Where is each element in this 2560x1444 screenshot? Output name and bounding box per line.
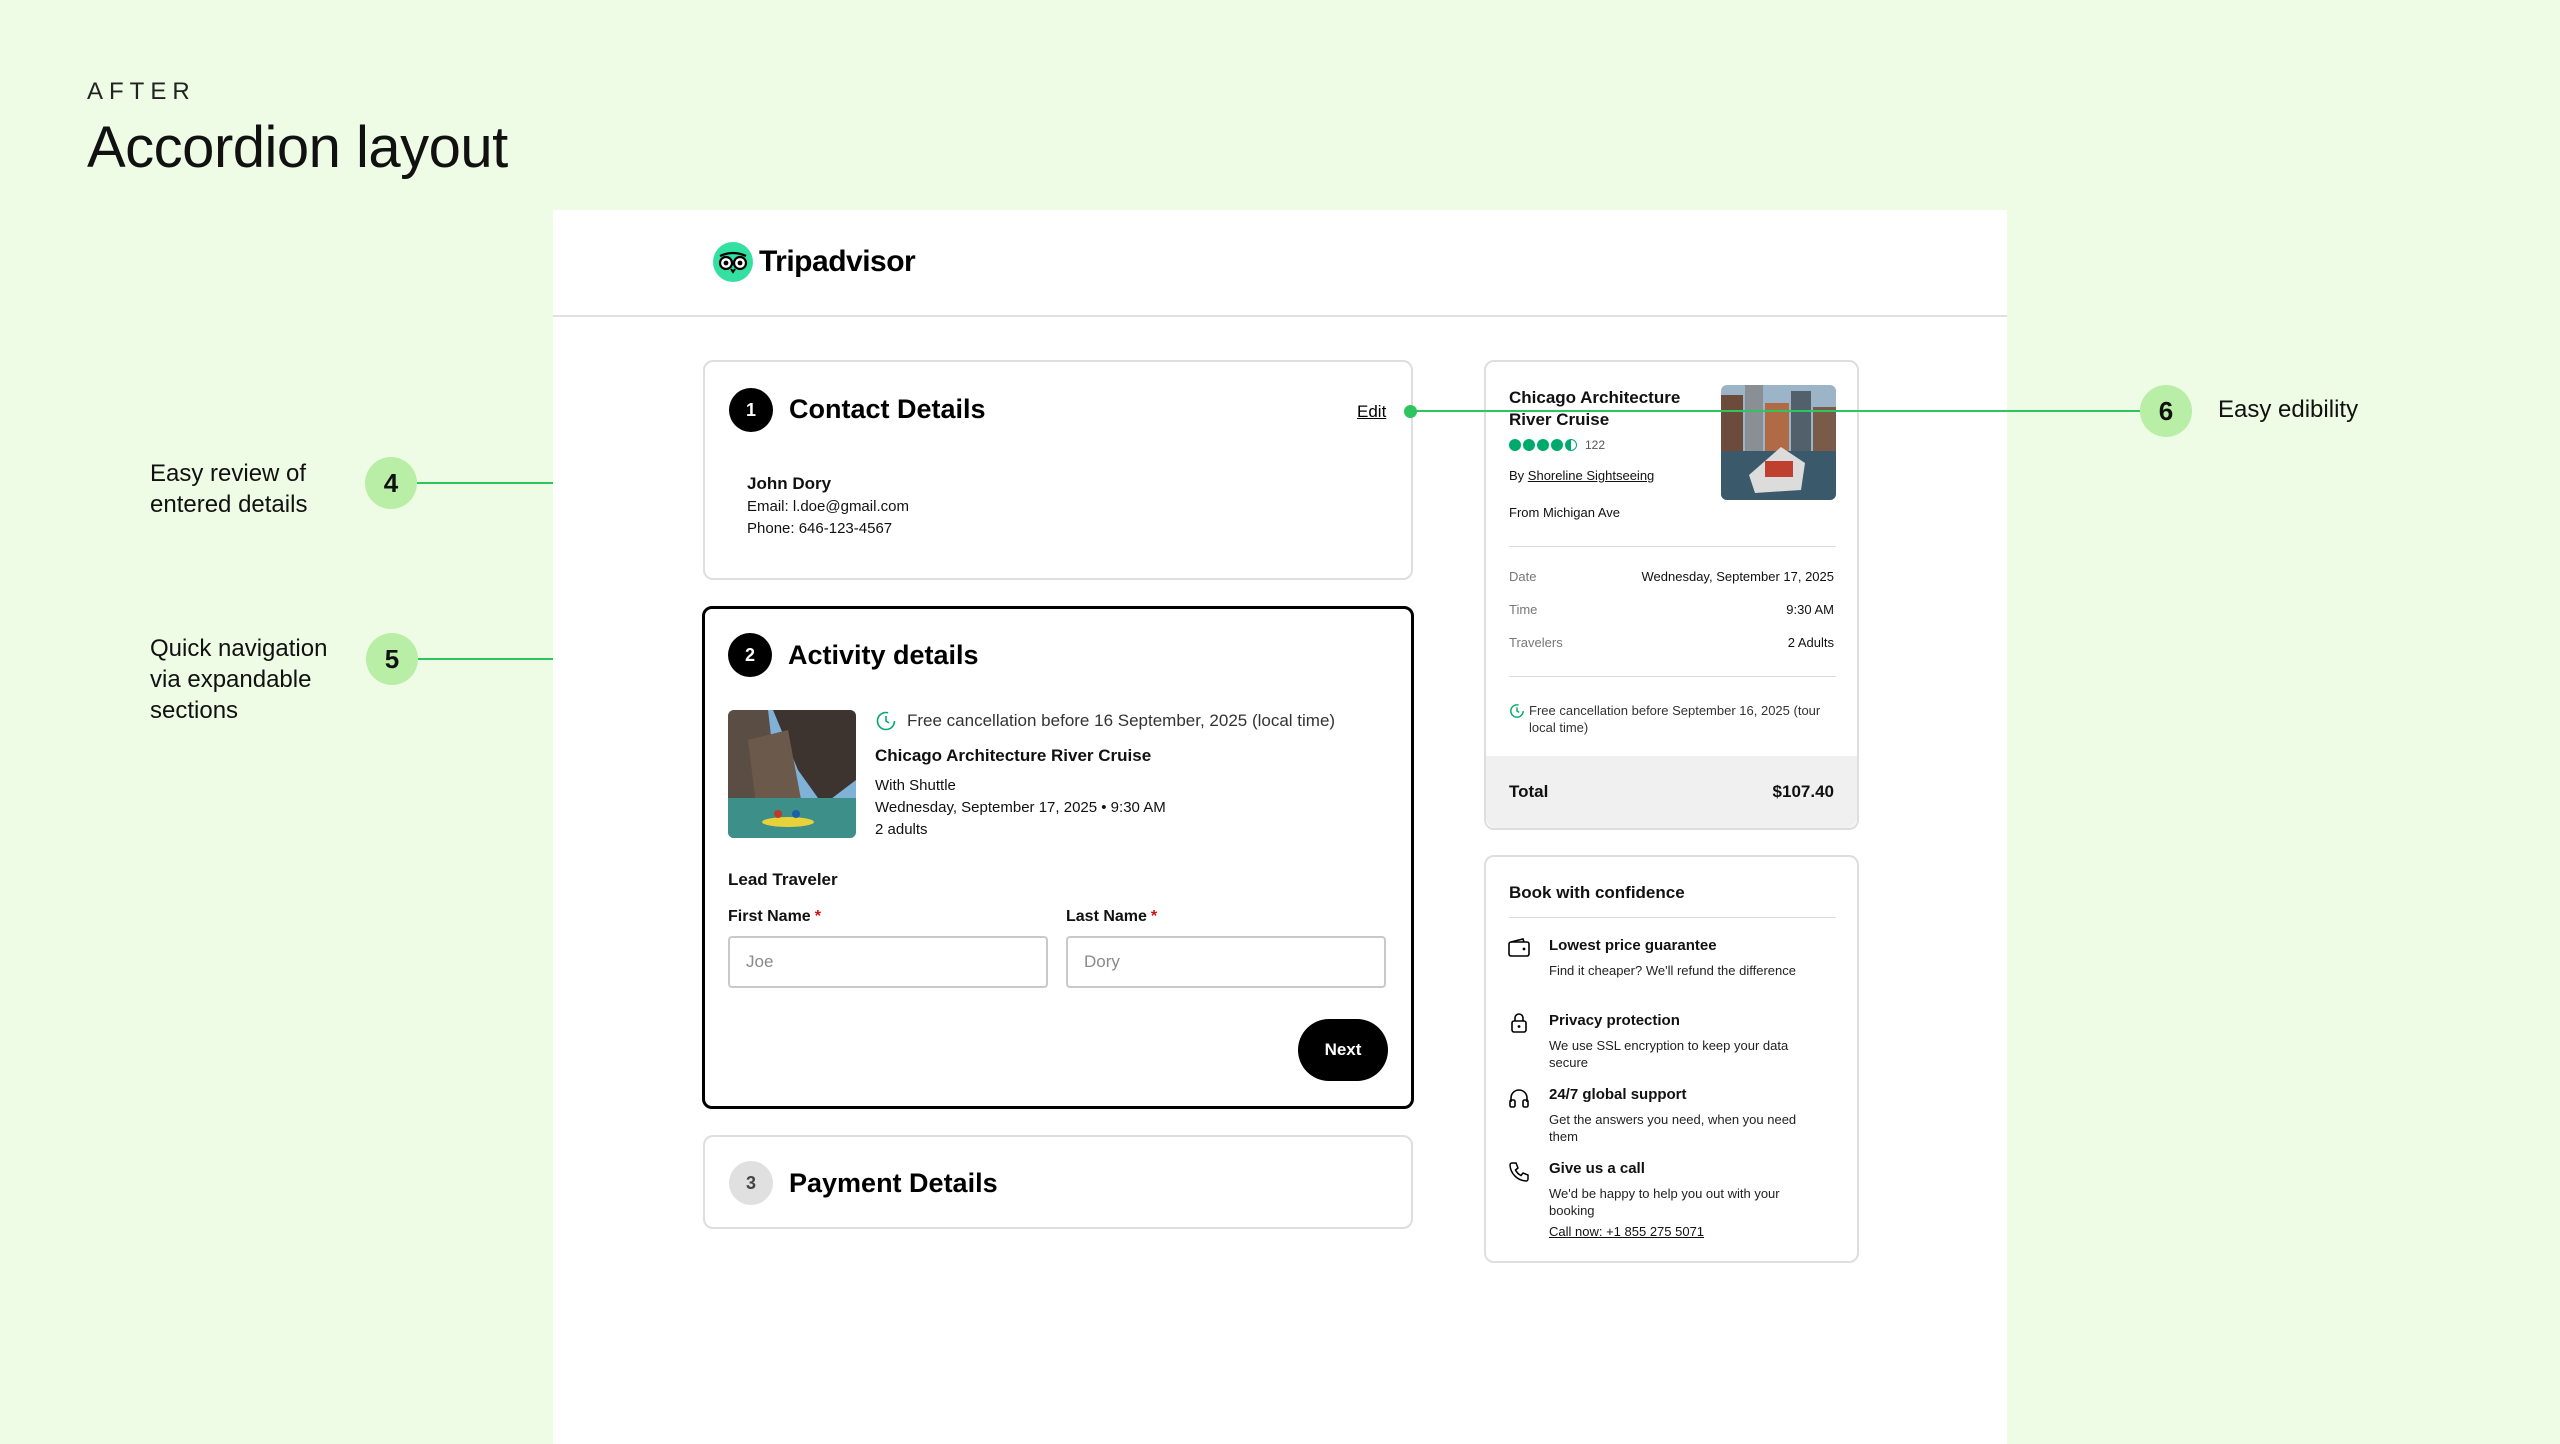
- booking-summary-card: Chicago Architecture River Cruise 122 By…: [1484, 360, 1859, 830]
- summary-travelers-label: Travelers: [1509, 635, 1563, 650]
- activity-product-title: Chicago Architecture River Cruise: [875, 746, 1152, 765]
- annotation-6-connector: [1410, 410, 2140, 412]
- rating-dot-icon: [1523, 439, 1535, 451]
- required-asterisk: *: [1150, 908, 1158, 925]
- summary-title: Chicago Architecture River Cruise: [1509, 388, 1681, 429]
- total-value: $107.40: [1772, 782, 1834, 801]
- contact-name: John Dory: [747, 474, 832, 493]
- annotation-4-badge: 4: [365, 457, 417, 509]
- confidence-item-desc: We'd be happy to help you out with your …: [1549, 1186, 1780, 1218]
- first-name-label-text: First Name: [728, 908, 811, 925]
- summary-divider: [1509, 546, 1836, 547]
- first-name-input[interactable]: [728, 936, 1048, 988]
- activity-cancellation-text: Free cancellation before 16 September, 2…: [907, 711, 1336, 730]
- confidence-divider: [1509, 917, 1836, 918]
- annotation-5-badge: 5: [366, 633, 418, 685]
- confidence-item-title: 24/7 global support: [1549, 1086, 1687, 1103]
- confidence-item-desc: Find it cheaper? We'll refund the differ…: [1549, 963, 1796, 978]
- annotation-6-dot: [1404, 405, 1417, 418]
- activity-details-section[interactable]: 2 Activity details Free cancellation bef…: [702, 606, 1414, 1109]
- summary-rating: 122: [1509, 438, 1605, 452]
- required-asterisk: *: [814, 908, 821, 925]
- tripadvisor-logo[interactable]: Tripadvisor: [713, 242, 916, 282]
- activity-datetime: Wednesday, September 17, 2025 • 9:30 AM: [875, 799, 1166, 816]
- last-name-input[interactable]: [1066, 936, 1386, 988]
- rating-dot-icon: [1551, 439, 1563, 451]
- owl-logo-icon: [713, 242, 753, 282]
- summary-from: From Michigan Ave: [1509, 505, 1621, 520]
- rating-dot-icon: [1509, 439, 1521, 451]
- contact-phone: Phone: 646-123-4567: [747, 520, 893, 537]
- rating-half-dot-icon: [1565, 439, 1577, 451]
- confidence-item-desc: Get the answers you need, when you need …: [1549, 1112, 1797, 1144]
- operator-link[interactable]: Shoreline Sightseeing: [1528, 468, 1654, 483]
- total-bar: Total $107.40: [1486, 756, 1857, 828]
- contact-details-section[interactable]: 1 Contact Details Edit John Dory Email: …: [703, 360, 1413, 580]
- clock-icon: [1510, 704, 1524, 718]
- confidence-item-title: Lowest price guarantee: [1549, 937, 1717, 954]
- summary-date-value: Wednesday, September 17, 2025: [1641, 569, 1834, 584]
- annotation-5-text: Quick navigation via expandable sections: [150, 635, 328, 724]
- contact-email: Email: l.doe@gmail.com: [747, 498, 909, 515]
- slide-headline: Accordion layout: [87, 115, 508, 180]
- activity-thumbnail: [728, 710, 856, 838]
- phone-icon: [1509, 1162, 1529, 1182]
- summary-cancellation: Free cancellation before September 16, 2…: [1529, 703, 1821, 735]
- summary-date-label: Date: [1509, 569, 1537, 584]
- confidence-item-desc: We use SSL encryption to keep your data …: [1549, 1038, 1789, 1070]
- confidence-title: Book with confidence: [1509, 883, 1685, 902]
- summary-travelers-value: 2 Adults: [1787, 635, 1834, 650]
- edit-contact-link[interactable]: Edit: [1357, 402, 1386, 422]
- slide-eyebrow: AFTER: [87, 78, 196, 105]
- step-1-badge: 1: [729, 388, 773, 432]
- wallet-icon: [1508, 938, 1530, 957]
- summary-time-value: 9:30 AM: [1786, 602, 1834, 617]
- payment-details-section[interactable]: 3 Payment Details: [703, 1135, 1413, 1229]
- payment-details-title: Payment Details: [789, 1168, 998, 1198]
- next-button[interactable]: Next: [1298, 1019, 1388, 1081]
- total-label: Total: [1509, 782, 1549, 801]
- checkout-page: Tripadvisor 1 Contact Details Edit John …: [553, 210, 2007, 1444]
- operator-prefix: By: [1509, 468, 1525, 483]
- annotation-6-text: Easy edibility: [2218, 396, 2359, 423]
- clock-icon: [876, 711, 896, 731]
- activity-cancellation: Free cancellation before 16 September, 2…: [875, 710, 1335, 732]
- annotation-4-text: Easy review of entered details: [150, 460, 308, 518]
- summary-divider: [1509, 676, 1836, 677]
- activity-details-title: Activity details: [788, 640, 979, 670]
- activity-option: With Shuttle: [875, 777, 956, 794]
- last-name-label-text: Last Name: [1066, 908, 1147, 925]
- lead-traveler-label: Lead Traveler: [728, 870, 838, 889]
- activity-guests: 2 adults: [875, 821, 928, 838]
- step-3-badge: 3: [729, 1161, 773, 1205]
- annotation-6-badge: 6: [2140, 385, 2192, 437]
- summary-thumbnail: [1721, 385, 1836, 500]
- summary-operator: By Shoreline Sightseeing: [1509, 468, 1654, 483]
- first-name-label: First Name *: [728, 908, 821, 926]
- call-now-link[interactable]: Call now: +1 855 275 5071: [1549, 1224, 1704, 1239]
- top-bar: Tripadvisor: [553, 210, 2007, 317]
- confidence-item-title: Privacy protection: [1549, 1012, 1680, 1029]
- book-with-confidence-card: Book with confidence Lowest price guaran…: [1484, 855, 1859, 1263]
- step-2-badge: 2: [728, 633, 772, 677]
- brand-name: Tripadvisor: [759, 245, 916, 278]
- rating-dot-icon: [1537, 439, 1549, 451]
- lock-icon: [1511, 1013, 1527, 1033]
- summary-time-label: Time: [1509, 602, 1538, 617]
- last-name-label: Last Name *: [1066, 908, 1157, 926]
- confidence-item-title: Give us a call: [1549, 1160, 1645, 1177]
- contact-details-title: Contact Details: [789, 394, 986, 424]
- headphones-icon: [1509, 1089, 1529, 1108]
- review-count: 122: [1585, 438, 1606, 452]
